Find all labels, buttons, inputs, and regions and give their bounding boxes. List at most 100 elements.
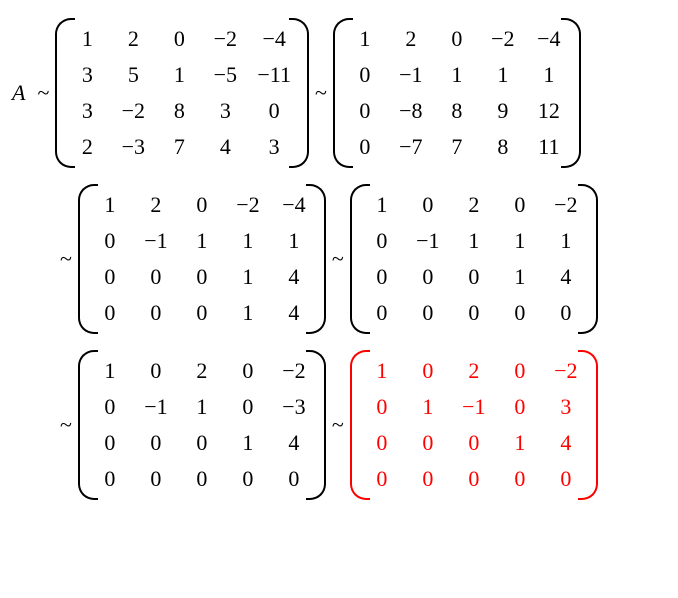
matrix-grid: 1020−20−11110001400000: [360, 184, 588, 334]
cell-r3-c1: −7: [397, 136, 425, 158]
matrix-M1: 120−2−4351−5−113−28302−3743: [55, 18, 309, 168]
cell-r1-c3: 0: [506, 396, 534, 418]
cell-r1-c0: 0: [368, 230, 396, 252]
cell-r3-c0: 2: [73, 136, 101, 158]
cell-r2-c1: −2: [119, 100, 147, 122]
matrix-M5: 1020−20−110−30001400000: [78, 350, 326, 500]
equation-line-2: ~1020−20−110−30001400000~1020−201−103000…: [12, 350, 666, 500]
cell-r1-c1: −1: [414, 230, 442, 252]
cell-r3-c0: 0: [351, 136, 379, 158]
cell-r1-c4: 1: [552, 230, 580, 252]
cell-r0-c4: −4: [280, 194, 308, 216]
equation-line-1: ~120−2−40−11110001400014~1020−20−1111000…: [12, 184, 666, 334]
cell-r3-c0: 0: [96, 468, 124, 490]
left-paren: [333, 18, 343, 168]
cell-r2-c2: 0: [188, 432, 216, 454]
cell-r1-c3: 0: [234, 396, 262, 418]
cell-r2-c0: 0: [368, 266, 396, 288]
cell-r1-c1: −1: [142, 230, 170, 252]
cell-r1-c2: −1: [460, 396, 488, 418]
cell-r0-c1: 2: [397, 28, 425, 50]
cell-r2-c0: 0: [368, 432, 396, 454]
cell-r3-c0: 0: [368, 302, 396, 324]
cell-r3-c2: 0: [460, 302, 488, 324]
right-paren: [299, 18, 309, 168]
cell-r3-c4: 0: [552, 468, 580, 490]
cell-r0-c2: 0: [188, 194, 216, 216]
cell-r3-c1: −3: [119, 136, 147, 158]
cell-r1-c0: 0: [96, 396, 124, 418]
cell-r2-c4: 4: [280, 266, 308, 288]
cell-r2-c2: 8: [443, 100, 471, 122]
cell-r1-c0: 0: [368, 396, 396, 418]
cell-r2-c4: 4: [552, 266, 580, 288]
cell-r2-c1: 0: [414, 432, 442, 454]
cell-r0-c3: 0: [506, 360, 534, 382]
cell-r3-c2: 0: [188, 468, 216, 490]
matrix-grid: 120−2−4351−5−113−28302−3743: [65, 18, 299, 168]
cell-r2-c3: 9: [489, 100, 517, 122]
cell-r2-c4: 0: [257, 100, 291, 122]
matrix-grid: 120−2−40−11110−889120−77811: [343, 18, 571, 168]
cell-r0-c4: −2: [280, 360, 308, 382]
tilde-operator: ~: [332, 414, 344, 436]
cell-r0-c1: 0: [414, 194, 442, 216]
cell-r1-c2: 1: [188, 230, 216, 252]
matrix-grid: 1020−20−110−30001400000: [88, 350, 316, 500]
equation-line-0: A~120−2−4351−5−113−28302−3743~120−2−40−1…: [12, 18, 666, 168]
right-paren: [316, 350, 326, 500]
cell-r2-c2: 0: [188, 266, 216, 288]
cell-r0-c0: 1: [368, 360, 396, 382]
cell-r2-c4: 4: [280, 432, 308, 454]
matrix-grid: 120−2−40−11110001400014: [88, 184, 316, 334]
cell-r0-c4: −2: [552, 194, 580, 216]
cell-r2-c0: 0: [96, 266, 124, 288]
cell-r2-c3: 1: [234, 266, 262, 288]
cell-r0-c0: 1: [96, 194, 124, 216]
cell-r3-c3: 1: [234, 302, 262, 324]
cell-r0-c2: 0: [443, 28, 471, 50]
cell-r0-c0: 1: [368, 194, 396, 216]
cell-r1-c1: −1: [397, 64, 425, 86]
cell-r2-c4: 12: [535, 100, 563, 122]
cell-r0-c3: −2: [211, 28, 239, 50]
cell-r0-c4: −4: [535, 28, 563, 50]
cell-r2-c3: 1: [506, 266, 534, 288]
cell-r1-c1: 5: [119, 64, 147, 86]
cell-r0-c4: −4: [257, 28, 291, 50]
matrix-grid: 1020−201−1030001400000: [360, 350, 588, 500]
matrix-M2: 120−2−40−11110−889120−77811: [333, 18, 581, 168]
cell-r1-c4: 1: [280, 230, 308, 252]
cell-r3-c0: 0: [96, 302, 124, 324]
cell-r0-c2: 2: [188, 360, 216, 382]
cell-r2-c0: 3: [73, 100, 101, 122]
cell-r3-c2: 0: [188, 302, 216, 324]
cell-r0-c1: 0: [142, 360, 170, 382]
left-paren: [55, 18, 65, 168]
tilde-operator: ~: [60, 414, 72, 436]
right-paren: [316, 184, 326, 334]
cell-r1-c4: −11: [257, 64, 291, 86]
left-paren: [78, 350, 88, 500]
cell-r1-c3: 1: [489, 64, 517, 86]
cell-r3-c4: 3: [257, 136, 291, 158]
cell-r0-c3: −2: [489, 28, 517, 50]
cell-r2-c2: 0: [460, 432, 488, 454]
cell-r3-c1: 0: [142, 302, 170, 324]
cell-r3-c3: 0: [506, 302, 534, 324]
cell-r2-c3: 3: [211, 100, 239, 122]
cell-r1-c2: 1: [460, 230, 488, 252]
cell-r2-c3: 1: [234, 432, 262, 454]
cell-r1-c1: −1: [142, 396, 170, 418]
cell-r0-c1: 2: [119, 28, 147, 50]
left-paren: [350, 350, 360, 500]
cell-r2-c2: 0: [460, 266, 488, 288]
cell-r0-c2: 2: [460, 360, 488, 382]
cell-r0-c2: 2: [460, 194, 488, 216]
cell-r1-c4: −3: [280, 396, 308, 418]
cell-r1-c0: 3: [73, 64, 101, 86]
cell-r2-c1: −8: [397, 100, 425, 122]
matrix-M6: 1020−201−1030001400000: [350, 350, 598, 500]
cell-r0-c0: 1: [96, 360, 124, 382]
cell-r3-c4: 11: [535, 136, 563, 158]
